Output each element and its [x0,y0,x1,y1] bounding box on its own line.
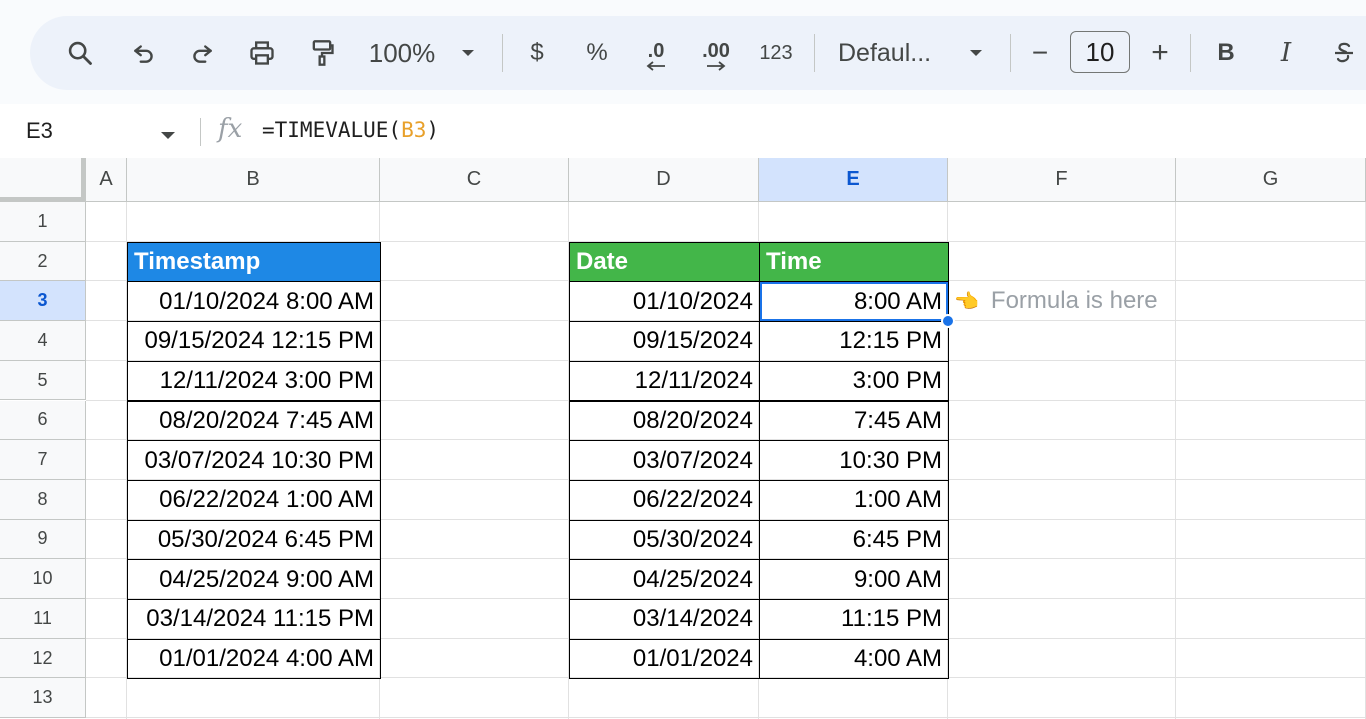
row-header-4[interactable]: 4 [0,321,86,361]
cell-time[interactable]: 10:30 PM [759,440,949,481]
cell-date[interactable]: 12/11/2024 [569,360,760,402]
font-dropdown-icon[interactable] [964,16,988,90]
decrease-font-size-button[interactable]: − [1026,16,1054,90]
cell-timestamp[interactable]: 09/15/2024 12:15 PM [127,321,381,362]
cell-time[interactable]: 9:00 AM [759,559,949,600]
cell-time[interactable]: 6:45 PM [759,519,949,561]
toolbar: 100% $ % .0 .00 123 Defaul... − 10 + B I [30,16,1366,90]
formula-bar: E3 fx =TIMEVALUE(B3) [0,104,1366,159]
decrease-decimal-label: .0 [647,40,665,62]
toolbar-divider [814,34,815,72]
row-header-5[interactable]: 5 [0,360,86,401]
cell-time[interactable]: 1:00 AM [759,479,949,521]
column-header-f[interactable]: F [948,158,1176,202]
column-header-e[interactable]: E [759,158,948,202]
grid-line-horizontal [86,717,1366,719]
cell-date[interactable]: 03/07/2024 [569,440,760,481]
print-icon[interactable] [242,16,282,90]
cell-d2-date-header[interactable]: Date [569,241,760,283]
column-header-d[interactable]: D [569,158,759,202]
name-box-dropdown-icon[interactable] [160,128,176,146]
row-header-12[interactable]: 12 [0,638,86,679]
increase-decimal-label: .00 [702,40,730,62]
column-header-c[interactable]: C [380,158,569,202]
formula-note: 👈 Formula is here [954,281,1158,321]
currency-format-button[interactable]: $ [524,16,550,90]
cell-date[interactable]: 06/22/2024 [569,479,760,521]
cell-time[interactable]: 7:45 AM [759,400,949,442]
formula-reference: B3 [401,118,427,142]
column-header-g[interactable]: G [1176,158,1366,202]
redo-icon[interactable] [184,16,220,90]
paint-format-icon[interactable] [302,16,342,90]
select-all-corner[interactable] [0,158,86,202]
formula-suffix: ) [426,118,440,142]
pointing-hand-icon: 👈 [954,290,979,313]
zoom-value[interactable]: 100% [364,16,440,90]
column-header-a[interactable]: A [86,158,127,202]
cell-timestamp[interactable]: 03/14/2024 11:15 PM [127,599,381,640]
cell-timestamp[interactable]: 01/10/2024 8:00 AM [127,281,381,323]
formula-prefix: =TIMEVALUE( [262,118,402,142]
cell-timestamp[interactable]: 01/01/2024 4:00 AM [127,638,381,680]
increase-font-size-button[interactable]: + [1146,16,1174,90]
arrow-left-icon [646,61,665,71]
toolbar-divider [502,34,503,72]
cell-date[interactable]: 01/10/2024 [569,281,760,323]
row-header-11[interactable]: 11 [0,599,86,639]
increase-decimal-button[interactable]: .00 [694,16,738,90]
strikethrough-icon[interactable] [1328,16,1360,90]
bold-button[interactable]: B [1212,16,1240,90]
formula-input[interactable]: =TIMEVALUE(B3) [262,118,439,142]
formula-bar-divider [200,118,201,146]
cell-timestamp[interactable]: 05/30/2024 6:45 PM [127,519,381,561]
zoom-dropdown-icon[interactable] [456,16,480,90]
row-header-9[interactable]: 9 [0,519,86,560]
cell-time[interactable]: 12:15 PM [759,321,949,362]
fill-handle[interactable] [941,314,955,329]
cell-date[interactable]: 05/30/2024 [569,519,760,561]
cell-timestamp[interactable]: 03/07/2024 10:30 PM [127,440,381,481]
row-header-2[interactable]: 2 [0,241,86,282]
spreadsheet-grid: ABCDEFG 1 2 3 4 5 6 7 8 9 10 11 12 13 Timestamp Date T… [0,158,1366,719]
toolbar-divider [1190,34,1191,72]
arrow-right-icon [707,61,726,71]
undo-icon[interactable] [126,16,162,90]
cell-time[interactable]: 11:15 PM [759,599,949,640]
cell-date[interactable]: 04/25/2024 [569,559,760,600]
cell-timestamp[interactable]: 04/25/2024 9:00 AM [127,559,381,600]
font-family-select[interactable]: Defaul... [838,16,944,90]
column-header-b[interactable]: B [127,158,380,202]
search-icon[interactable] [60,16,100,90]
cell-e2-time-header[interactable]: Time [759,241,949,283]
cell-time[interactable]: 4:00 AM [759,638,949,680]
formula-note-text: Formula is here [990,287,1158,315]
toolbar-area: 100% $ % .0 .00 123 Defaul... − 10 + B I [0,0,1366,104]
cell-b2-timestamp-header[interactable]: Timestamp [127,241,381,283]
row-header-1[interactable]: 1 [0,202,86,242]
cell-time[interactable]: 3:00 PM [759,360,949,402]
decrease-decimal-button[interactable]: .0 [636,16,676,90]
cell-date[interactable]: 08/20/2024 [569,400,760,442]
cell-date[interactable]: 03/14/2024 [569,599,760,640]
cell-timestamp[interactable]: 08/20/2024 7:45 AM [127,400,381,442]
cell-date[interactable]: 01/01/2024 [569,638,760,680]
italic-button[interactable]: I [1272,16,1300,90]
cell-date[interactable]: 09/15/2024 [569,321,760,362]
name-box[interactable]: E3 [26,118,53,144]
cell-timestamp[interactable]: 12/11/2024 3:00 PM [127,360,381,402]
font-size-input[interactable]: 10 [1070,31,1130,73]
fx-icon: fx [218,114,243,144]
percent-format-button[interactable]: % [582,16,612,90]
cell-time[interactable]: 8:00 AM [759,281,949,323]
toolbar-divider [1010,34,1011,72]
row-header-13[interactable]: 13 [0,678,86,719]
row-header-6[interactable]: 6 [0,400,86,441]
cell-timestamp[interactable]: 06/22/2024 1:00 AM [127,479,381,521]
row-header-8[interactable]: 8 [0,479,86,520]
number-format-button[interactable]: 123 [754,16,798,90]
row-header-7[interactable]: 7 [0,440,86,480]
row-header-3[interactable]: 3 [0,281,86,322]
row-header-10[interactable]: 10 [0,559,86,599]
